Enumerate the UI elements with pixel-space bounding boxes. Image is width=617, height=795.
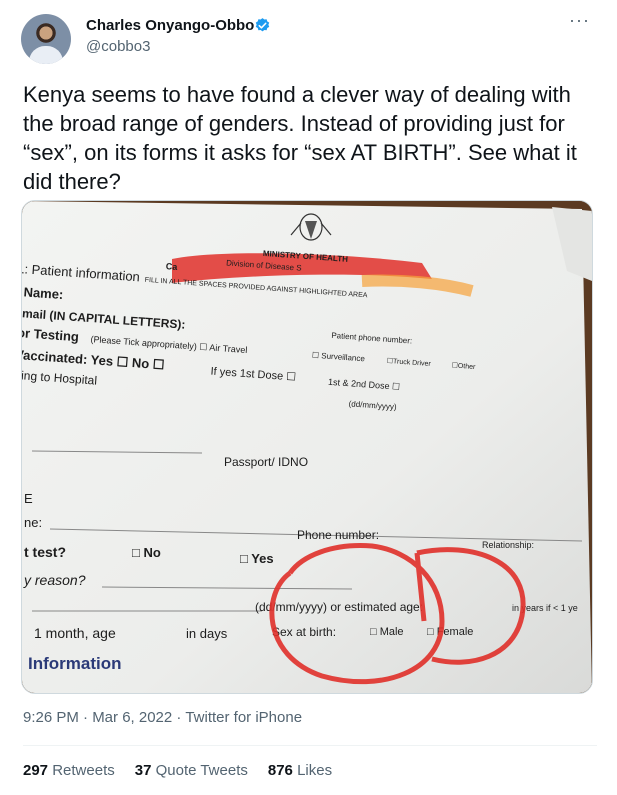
quotes-stat[interactable]: 37 Quote Tweets <box>135 762 248 779</box>
form-estimated-age: (dd/mm/yyyy) or estimated age: <box>255 600 423 614</box>
form-female-option: □ Female <box>427 626 473 638</box>
form-photo: MINISTRY OF HEALTH Division of Disease S… <box>22 201 592 693</box>
verified-badge-icon <box>255 18 270 32</box>
form-sex-at-birth: Sex at birth: <box>272 625 336 639</box>
form-yes-option: □ Yes <box>240 551 274 566</box>
likes-count: 876 <box>267 762 293 779</box>
likes-stat[interactable]: 876 Likes <box>268 762 332 779</box>
form-test-question: t test? <box>24 544 66 560</box>
tweet-text: Kenya seems to have found a clever way o… <box>23 82 577 194</box>
form-male-option: □ Male <box>370 626 404 638</box>
author-name[interactable]: Charles Onyango-Obbo <box>86 17 254 34</box>
tweet-photo[interactable]: MINISTRY OF HEALTH Division of Disease S… <box>21 200 593 694</box>
author-avatar[interactable] <box>21 14 71 64</box>
retweets-stat[interactable]: 297 Retweets <box>23 762 115 779</box>
form-reason: y reason? <box>23 572 86 588</box>
quotes-label: Quote Tweets <box>155 762 248 779</box>
tweet-source[interactable]: Twitter for iPhone <box>185 709 302 726</box>
form-in-days: in days <box>186 626 228 641</box>
form-phone-number: Phone number: <box>297 528 379 542</box>
form-e: E <box>24 491 33 506</box>
form-ne: ne: <box>24 515 42 530</box>
likes-label: Likes <box>297 762 333 779</box>
form-information-heading: Information <box>28 654 122 673</box>
form-no-option: □ No <box>132 545 161 560</box>
tweet-meta: 9:26 PM · Mar 6, 2022 · Twitter for iPho… <box>23 709 302 726</box>
author-handle[interactable]: @cobbo3 <box>86 38 150 55</box>
retweets-count: 297 <box>23 762 49 779</box>
form-ca: Ca <box>165 261 178 272</box>
form-relationship: Relationship: <box>482 540 534 550</box>
retweets-label: Retweets <box>52 762 115 779</box>
quotes-count: 37 <box>134 762 152 779</box>
form-name-label: Name: <box>23 284 64 302</box>
tweet-card: Charles Onyango-Obbo @cobbo3 ··· Kenya s… <box>0 0 617 795</box>
tweet-stats: 297 Retweets 37 Quote Tweets 876 Likes <box>23 762 332 779</box>
form-month-age: 1 month, age <box>34 625 116 641</box>
avatar-shirt <box>29 46 63 64</box>
more-options-icon[interactable]: ··· <box>569 10 590 31</box>
form-passport: Passport/ IDNO <box>224 455 308 469</box>
tweet-timestamp[interactable]: 9:26 PM · Mar 6, 2022 · <box>23 709 185 726</box>
stats-divider <box>23 745 597 746</box>
